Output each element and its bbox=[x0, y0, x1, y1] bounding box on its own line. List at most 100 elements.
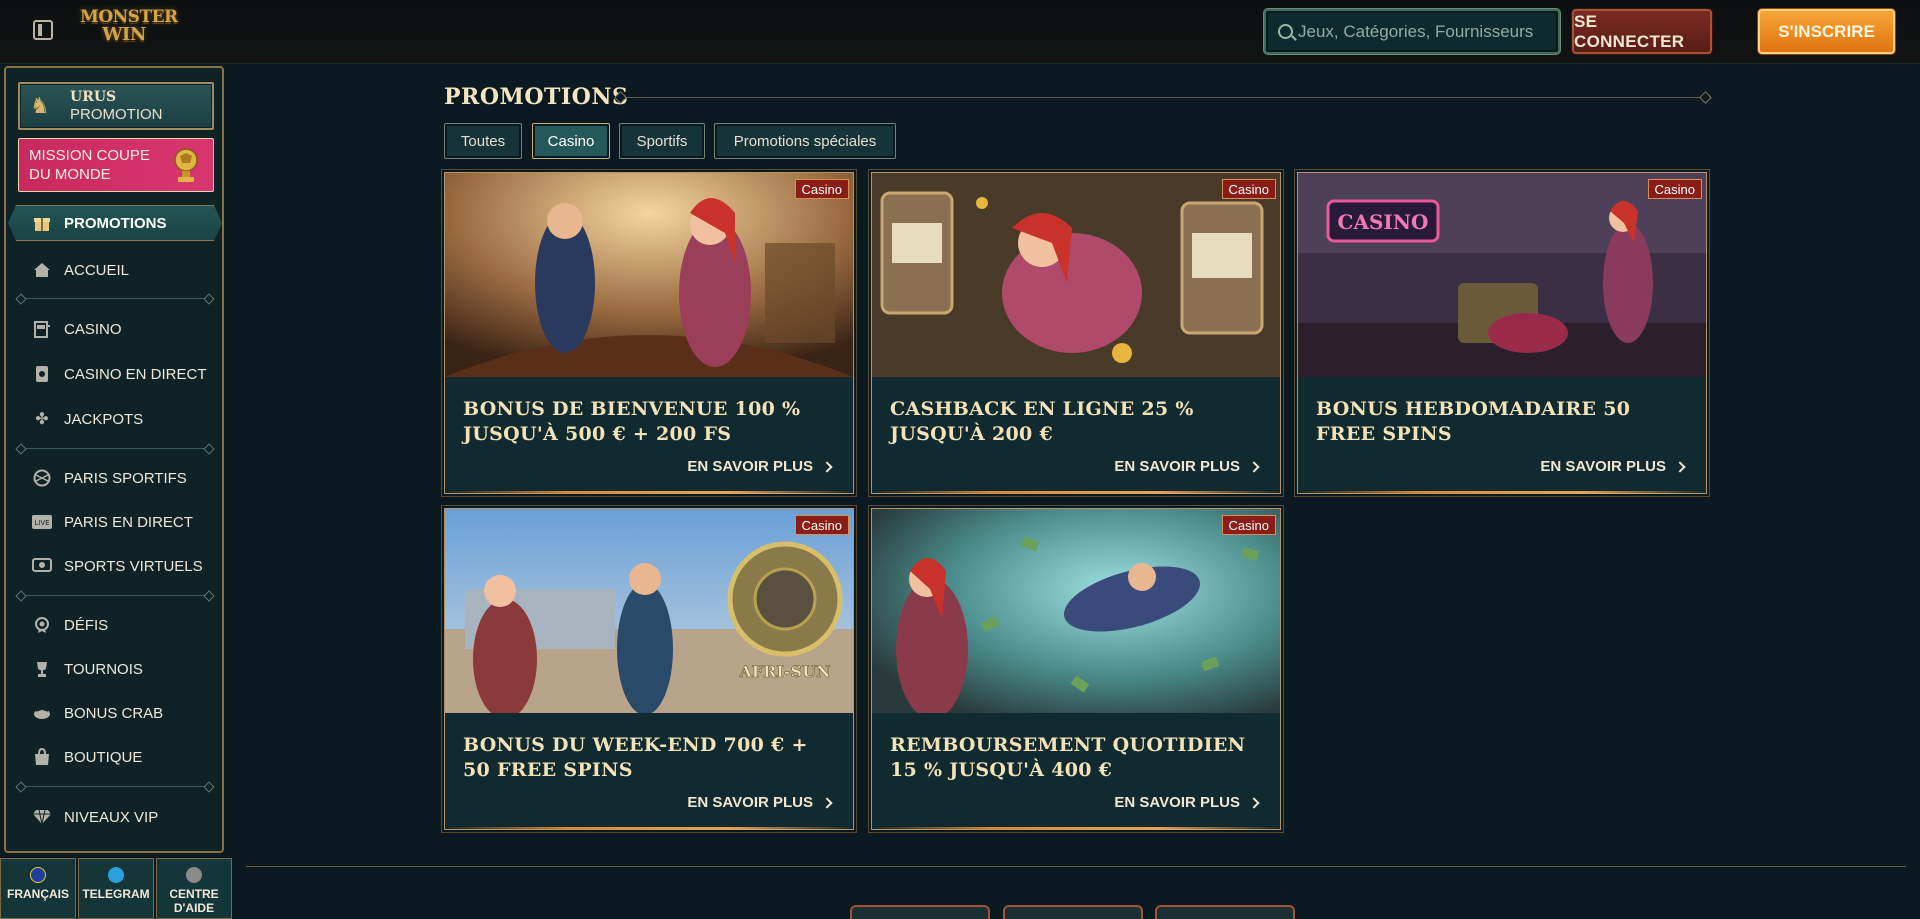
learn-more-label: EN SAVOIR PLUS bbox=[687, 794, 813, 811]
site-logo[interactable]: MONSTER WIN bbox=[80, 8, 178, 54]
telegram-icon bbox=[108, 867, 124, 883]
learn-more-link[interactable]: EN SAVOIR PLUS bbox=[687, 794, 833, 811]
tab-promotions-speciales[interactable]: Promotions spéciales bbox=[714, 123, 896, 159]
afrisun-sign: AFRI-SUN bbox=[738, 662, 830, 681]
sidebar-item-label: DÉFIS bbox=[64, 616, 109, 634]
chevron-right-icon bbox=[1248, 796, 1260, 809]
bull-icon: ♞ bbox=[30, 93, 50, 118]
sidebar-item-promotions[interactable]: PROMOTIONS bbox=[32, 211, 212, 235]
sidebar-item-bonus-crab[interactable]: BONUS CRAB bbox=[32, 701, 212, 725]
diamond-icon bbox=[32, 807, 52, 827]
nav-divider bbox=[20, 448, 210, 449]
trophy-icon bbox=[32, 659, 52, 679]
sidebar-item-label: BONUS CRAB bbox=[64, 704, 164, 722]
sidebar-item-defis[interactable]: DÉFIS bbox=[32, 613, 212, 637]
promo-card[interactable]: AFRI-SUN Casino BONUS DU WEEK-END 700 € … bbox=[444, 508, 854, 830]
promo-title: CASHBACK EN LIGNE 25 % JUSQU'À 200 € bbox=[890, 398, 1194, 445]
casino-sign: CASINO bbox=[1338, 210, 1429, 234]
sidebar-item-jackpots[interactable]: ✤ JACKPOTS bbox=[32, 407, 212, 431]
virtual-icon bbox=[32, 556, 52, 576]
tab-sportifs[interactable]: Sportifs bbox=[619, 123, 705, 159]
medal-icon bbox=[32, 615, 52, 635]
sidebar-item-tournois[interactable]: TOURNOIS bbox=[32, 657, 212, 681]
category-badge: Casino bbox=[1221, 179, 1276, 199]
promo-image-weekly: CASINO Casino bbox=[1298, 173, 1706, 377]
sidebar-item-accueil[interactable]: ACCUEIL bbox=[32, 258, 212, 282]
promo-card[interactable]: Casino CASHBACK EN LIGNE 25 % JUSQU'À 20… bbox=[871, 172, 1281, 494]
sidebar-item-label: PARIS SPORTIFS bbox=[64, 469, 187, 487]
tab-toutes[interactable]: Toutes bbox=[444, 123, 522, 159]
svg-text:LIVE: LIVE bbox=[34, 519, 49, 527]
logo-line2: WIN bbox=[102, 24, 146, 45]
nav-divider bbox=[20, 786, 210, 787]
help-icon bbox=[186, 867, 202, 883]
eu-flag-icon bbox=[30, 867, 46, 883]
learn-more-label: EN SAVOIR PLUS bbox=[1114, 794, 1240, 811]
search-icon bbox=[1278, 24, 1293, 39]
urus-subtitle: PROMOTION bbox=[70, 106, 163, 123]
login-button[interactable]: SE CONNECTER bbox=[1572, 9, 1712, 54]
promo-title: BONUS DU WEEK-END 700 € + 50 FREE SPINS bbox=[463, 734, 808, 781]
sidebar-item-label: CASINO EN DIRECT bbox=[64, 365, 207, 383]
promo-title: REMBOURSEMENT QUOTIDIEN 15 % JUSQU'À 400… bbox=[890, 734, 1246, 781]
sidebar-item-label: NIVEAUX VIP bbox=[64, 808, 159, 826]
footer-tab[interactable] bbox=[850, 905, 990, 919]
world-cup-mission-banner[interactable]: MISSION COUPE DU MONDE bbox=[18, 138, 214, 192]
tab-casino[interactable]: Casino bbox=[532, 123, 610, 159]
urus-promotion-banner[interactable]: ♞ URUS PROMOTION bbox=[18, 82, 214, 130]
sidebar-item-label: TOURNOIS bbox=[64, 660, 143, 678]
learn-more-label: EN SAVOIR PLUS bbox=[1114, 458, 1240, 475]
search-box[interactable] bbox=[1264, 9, 1560, 54]
help-label-line2: D'AIDE bbox=[173, 901, 215, 915]
footer-tab[interactable] bbox=[1155, 905, 1295, 919]
sidebar-item-label: BOUTIQUE bbox=[64, 748, 143, 766]
language-button[interactable]: FRANÇAIS bbox=[0, 858, 76, 919]
bag-icon bbox=[32, 747, 52, 767]
sidebar-item-niveaux-vip[interactable]: NIVEAUX VIP bbox=[32, 805, 212, 829]
help-center-button[interactable]: CENTRE D'AIDE bbox=[156, 858, 232, 919]
ball-icon bbox=[32, 468, 52, 488]
nav-divider bbox=[20, 595, 210, 596]
sidebar-item-casino[interactable]: CASINO bbox=[32, 317, 212, 341]
category-badge: Casino bbox=[794, 179, 849, 199]
telegram-button[interactable]: TELEGRAM bbox=[78, 858, 154, 919]
learn-more-label: EN SAVOIR PLUS bbox=[687, 458, 813, 475]
category-badge: Casino bbox=[1221, 515, 1276, 535]
register-button[interactable]: S'INSCRIRE bbox=[1758, 9, 1895, 54]
sidebar-toggle-icon[interactable] bbox=[33, 20, 53, 40]
sidebar-item-paris-sportifs[interactable]: PARIS SPORTIFS bbox=[32, 466, 212, 490]
page-title: PROMOTIONS bbox=[444, 84, 629, 110]
search-input[interactable] bbox=[1298, 11, 1554, 52]
home-icon bbox=[32, 260, 52, 280]
sidebar-item-sports-virtuels[interactable]: SPORTS VIRTUELS bbox=[32, 554, 212, 578]
learn-more-link[interactable]: EN SAVOIR PLUS bbox=[1114, 458, 1260, 475]
learn-more-link[interactable]: EN SAVOIR PLUS bbox=[1540, 458, 1686, 475]
telegram-label: TELEGRAM bbox=[82, 887, 150, 901]
sidebar-item-label: CASINO bbox=[64, 320, 122, 338]
help-label-line1: CENTRE bbox=[169, 887, 219, 901]
chevron-right-icon bbox=[1674, 460, 1686, 473]
promo-image-welcome: Casino bbox=[445, 173, 853, 377]
language-label: FRANÇAIS bbox=[7, 887, 69, 901]
sidebar-item-casino-en-direct[interactable]: CASINO EN DIRECT bbox=[32, 354, 212, 394]
slot-machine-icon bbox=[32, 319, 52, 339]
learn-more-link[interactable]: EN SAVOIR PLUS bbox=[1114, 794, 1260, 811]
title-divider bbox=[620, 97, 1706, 98]
promo-card[interactable]: Casino REMBOURSEMENT QUOTIDIEN 15 % JUSQ… bbox=[871, 508, 1281, 830]
footer-tab[interactable] bbox=[1003, 905, 1143, 919]
sidebar-item-label: ACCUEIL bbox=[64, 261, 130, 279]
cards-icon bbox=[32, 364, 52, 384]
sidebar-item-boutique[interactable]: BOUTIQUE bbox=[32, 745, 212, 769]
trophy-ball-icon bbox=[174, 148, 198, 182]
promo-card[interactable]: Casino BONUS DE BIENVENUE 100 % JUSQU'À … bbox=[444, 172, 854, 494]
learn-more-link[interactable]: EN SAVOIR PLUS bbox=[687, 458, 833, 475]
sidebar-item-label: PARIS EN DIRECT bbox=[64, 513, 193, 531]
clover-icon: ✤ bbox=[35, 411, 49, 428]
sidebar: ♞ URUS PROMOTION MISSION COUPE DU MONDE … bbox=[4, 66, 224, 853]
urus-title: URUS bbox=[70, 89, 117, 105]
footer-divider bbox=[246, 866, 1906, 867]
top-header: MONSTER WIN SE CONNECTER S'INSCRIRE bbox=[0, 0, 1920, 64]
category-badge: Casino bbox=[794, 515, 849, 535]
promo-card[interactable]: CASINO Casino BONUS HEBDOMADAIRE 50 FREE… bbox=[1297, 172, 1707, 494]
sidebar-item-paris-en-direct[interactable]: LIVE PARIS EN DIRECT bbox=[32, 510, 212, 534]
